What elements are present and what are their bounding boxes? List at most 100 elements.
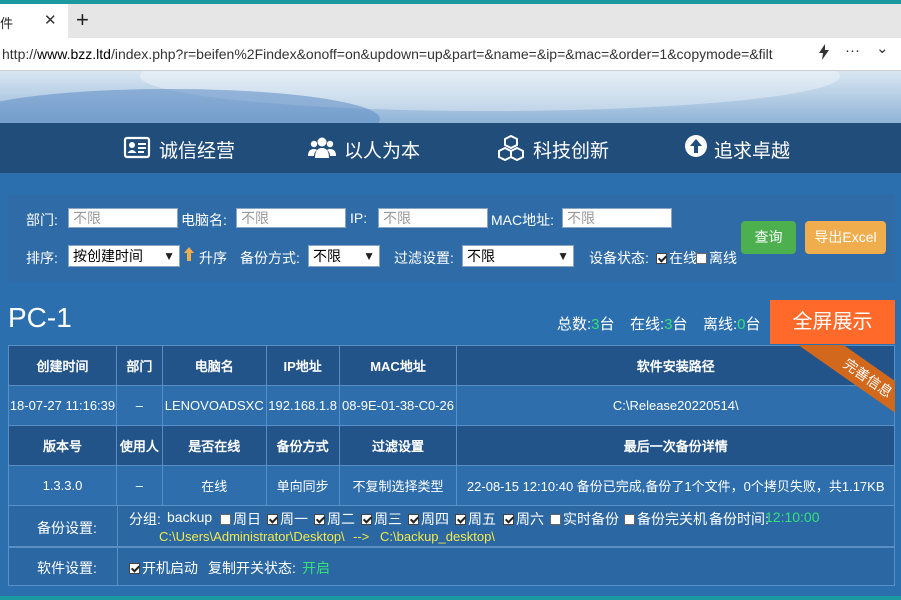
query-button[interactable]: 查询	[741, 221, 796, 254]
complete-info-ribbon[interactable]: 完善信息	[790, 345, 895, 415]
sort-select-value: 按创建时间	[73, 248, 143, 264]
day-checkbox-sun[interactable]: 周日	[220, 509, 261, 529]
software-settings-row: 软件设置: 开机启动 复制开关状态: 开启	[8, 547, 895, 586]
total-stat: 总数:3台	[557, 313, 615, 334]
pcname-cell: LENOVOADSXC	[161, 385, 267, 426]
filter-panel: 部门: 不限 电脑名: 不限 IP: 不限 MAC地址: 不限 查询 导出Exc…	[8, 194, 895, 282]
day-checkbox-fri[interactable]: 周五	[455, 509, 496, 529]
checkbox-unchecked-icon[interactable]	[550, 514, 561, 525]
table-header-cell: 过滤设置	[338, 425, 458, 466]
realtime-backup-checkbox[interactable]: 实时备份	[550, 509, 619, 529]
checkbox-checked-icon[interactable]	[361, 514, 372, 525]
day-checkbox-mon[interactable]: 周一	[267, 509, 308, 529]
users-icon	[308, 134, 336, 162]
sort-select[interactable]: 按创建时间 ▼	[68, 245, 180, 267]
backup-time-value: 12:10:00	[765, 509, 820, 525]
total-unit: 台	[599, 316, 615, 333]
sort-label: 排序:	[26, 250, 58, 266]
offline-label: 离线	[709, 250, 737, 266]
checkbox-unchecked-icon[interactable]	[220, 514, 231, 525]
checkbox-checked-icon[interactable]	[408, 514, 419, 525]
backup-arrow: -->	[353, 529, 370, 544]
checkbox-checked-icon[interactable]	[267, 514, 278, 525]
more-icon[interactable]: ···	[845, 42, 860, 59]
day-label: 实时备份	[563, 511, 619, 527]
ip-input[interactable]: 不限	[378, 208, 488, 228]
url-prefix: http://	[2, 46, 38, 62]
browser-tab-bar: 件 ✕ +	[0, 4, 901, 38]
autostart-label: 开机启动	[142, 560, 198, 576]
online-status-cell: 在线	[161, 465, 267, 506]
checkbox-checked-icon[interactable]	[129, 563, 140, 574]
table-header-row: 版本号 使用人 是否在线 备份方式 过滤设置 最后一次备份详情	[8, 425, 895, 466]
arrow-up-icon[interactable]	[184, 247, 194, 264]
offline-stat-label: 离线:	[703, 316, 738, 333]
backup-time-label: 备份时间:	[709, 511, 769, 527]
offline-checkbox[interactable]: 离线	[696, 248, 737, 268]
online-checkbox[interactable]: 在线	[656, 248, 697, 268]
nav-item-label: 科技创新	[533, 141, 610, 162]
checkbox-checked-icon[interactable]	[455, 514, 466, 525]
table-header-cell: 部门	[115, 345, 163, 386]
checkbox-unchecked-icon[interactable]	[696, 253, 707, 264]
department-input[interactable]: 不限	[68, 208, 178, 228]
address-bar[interactable]: http://www.bzz.ltd/index.php?r=beifen%2F…	[0, 38, 901, 71]
lightning-icon[interactable]	[818, 44, 830, 64]
export-excel-button[interactable]: 导出Excel	[805, 221, 886, 254]
copy-switch-value[interactable]: 开启	[302, 558, 330, 578]
day-label: 周六	[516, 511, 544, 527]
day-label: 周三	[374, 511, 402, 527]
backup-source-path: C:\Users\Administrator\Desktop\	[159, 529, 345, 544]
day-checkbox-wed[interactable]: 周三	[361, 509, 402, 529]
chevron-down-icon: ▼	[163, 249, 175, 263]
online-stat: 在线:3台	[630, 313, 688, 334]
nav-item-label: 追求卓越	[714, 141, 791, 162]
autostart-checkbox[interactable]: 开机启动	[129, 558, 198, 578]
new-tab-button[interactable]: +	[76, 7, 89, 33]
table-header-cell: IP地址	[265, 345, 340, 386]
device-title: PC-1	[8, 302, 72, 333]
pcname-label: 电脑名:	[181, 212, 227, 228]
shutdown-after-backup-checkbox[interactable]: 备份完关机	[624, 509, 707, 529]
backup-mode-select[interactable]: 不限 ▼	[308, 245, 380, 267]
day-checkbox-tue[interactable]: 周二	[314, 509, 355, 529]
ip-label: IP:	[350, 210, 368, 226]
copy-switch-label: 复制开关状态:	[208, 560, 296, 576]
filter-setting-value: 不限	[467, 248, 495, 264]
table-header-cell: 最后一次备份详情	[456, 425, 895, 466]
filter-setting-select[interactable]: 不限 ▼	[462, 245, 574, 267]
id-card-icon	[123, 134, 151, 162]
url-host: www.bzz.ltd	[37, 46, 111, 62]
table-header-cell: 备份方式	[265, 425, 340, 466]
day-label: 周五	[468, 511, 496, 527]
close-icon[interactable]: ✕	[44, 11, 57, 29]
checkbox-checked-icon[interactable]	[656, 253, 667, 264]
total-label: 总数:	[557, 316, 592, 333]
backup-target-path: C:\backup_desktop\	[380, 529, 495, 544]
day-checkbox-thu[interactable]: 周四	[408, 509, 449, 529]
table-row: 18-07-27 11:16:39 – LENOVOADSXC 192.168.…	[8, 385, 895, 426]
mac-input[interactable]: 不限	[562, 208, 672, 228]
online-unit: 台	[672, 316, 688, 333]
fullscreen-button[interactable]: 全屏展示	[770, 300, 895, 344]
table-row: 1.3.3.0 – 在线 单向同步 不复制选择类型 22-08-15 12:10…	[8, 465, 895, 506]
url-field[interactable]: http://www.bzz.ltd/index.php?r=beifen%2F…	[2, 46, 802, 64]
backup-group-value: backup	[167, 509, 213, 525]
checkbox-checked-icon[interactable]	[314, 514, 325, 525]
nav-item-label: 诚信经营	[159, 141, 236, 162]
department-cell: –	[115, 385, 163, 426]
day-checkbox-sat[interactable]: 周六	[503, 509, 544, 529]
filter-setting-cell: 不复制选择类型	[338, 465, 458, 506]
sort-direction-label[interactable]: 升序	[199, 248, 227, 268]
cubes-icon	[497, 134, 525, 162]
backup-settings-row: 备份设置: 分组: backup 周日 周一 周二 周三 周四 周五 周六 实时…	[8, 505, 895, 547]
mac-cell: 08-9E-01-38-C0-26	[338, 385, 458, 426]
main-nav: 诚信经营 以人为本 科技创新 追求卓越	[0, 123, 901, 173]
device-table: 创建时间 部门 电脑名 IP地址 MAC地址 软件安装路径 18-07-27 1…	[8, 345, 895, 506]
checkbox-unchecked-icon[interactable]	[624, 514, 635, 525]
device-status-label: 设备状态:	[589, 250, 649, 266]
chevron-down-icon[interactable]: ⌄	[876, 39, 889, 57]
browser-tab[interactable]: 件 ✕	[0, 4, 68, 38]
pcname-input[interactable]: 不限	[236, 208, 346, 228]
checkbox-checked-icon[interactable]	[503, 514, 514, 525]
